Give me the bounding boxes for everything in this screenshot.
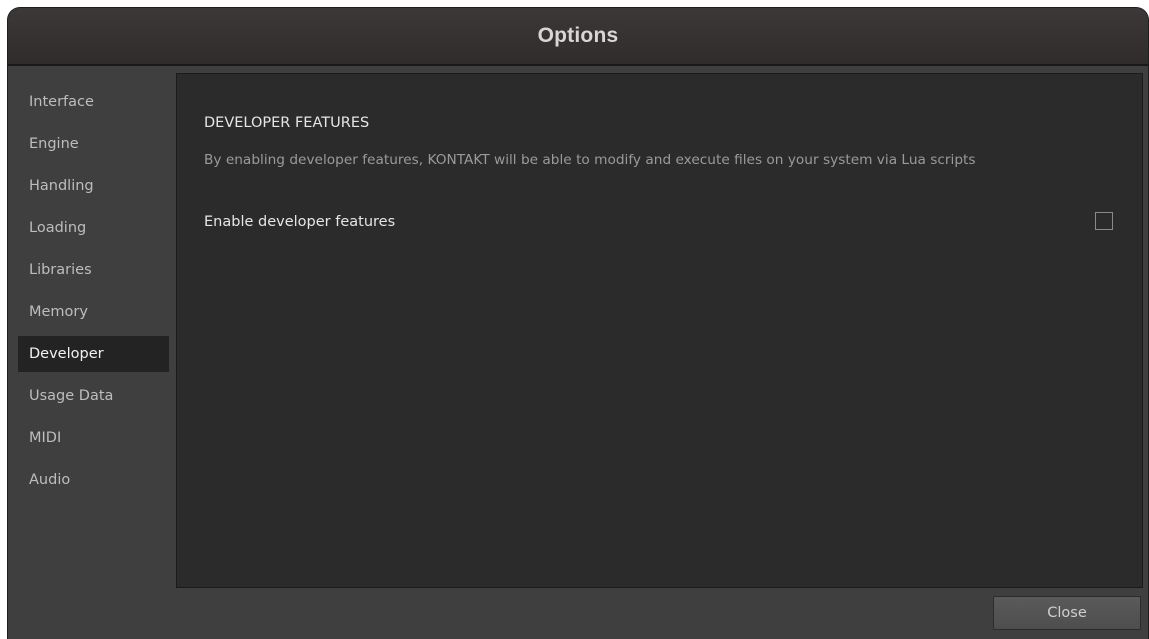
sidebar-item-memory[interactable]: Memory bbox=[18, 294, 169, 330]
options-sidebar: Interface Engine Handling Loading Librar… bbox=[8, 66, 172, 639]
developer-panel: DEVELOPER FEATURES By enabling developer… bbox=[176, 73, 1143, 588]
sidebar-item-midi[interactable]: MIDI bbox=[18, 420, 169, 456]
sidebar-item-libraries[interactable]: Libraries bbox=[18, 252, 169, 288]
title-bar[interactable]: Options bbox=[8, 8, 1148, 66]
close-button[interactable]: Close bbox=[993, 596, 1141, 630]
sidebar-item-handling[interactable]: Handling bbox=[18, 168, 169, 204]
section-description: By enabling developer features, KONTAKT … bbox=[204, 152, 976, 168]
sidebar-item-usage-data[interactable]: Usage Data bbox=[18, 378, 169, 414]
sidebar-item-developer[interactable]: Developer bbox=[18, 336, 169, 372]
sidebar-item-loading[interactable]: Loading bbox=[18, 210, 169, 246]
options-window: Options Interface Engine Handling Loadin… bbox=[8, 8, 1148, 639]
enable-developer-features-checkbox[interactable] bbox=[1095, 212, 1113, 230]
sidebar-item-audio[interactable]: Audio bbox=[18, 462, 169, 498]
enable-developer-features-label: Enable developer features bbox=[204, 214, 396, 230]
sidebar-item-interface[interactable]: Interface bbox=[18, 84, 169, 120]
window-title: Options bbox=[537, 24, 619, 47]
section-title: DEVELOPER FEATURES bbox=[204, 115, 370, 131]
sidebar-item-engine[interactable]: Engine bbox=[18, 126, 169, 162]
